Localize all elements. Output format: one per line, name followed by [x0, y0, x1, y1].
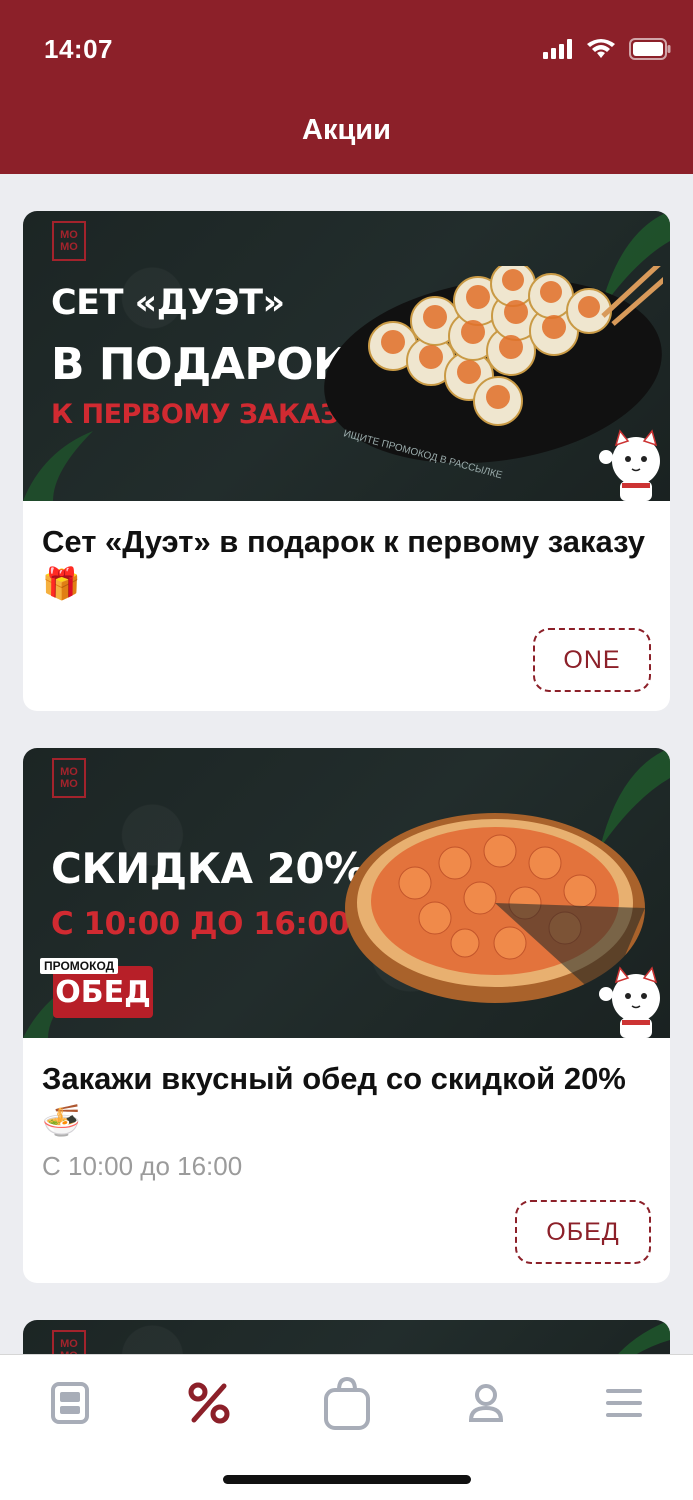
home-indicator [223, 1475, 471, 1484]
banner-line-2: В ПОДАРОК! [51, 339, 369, 390]
banner-line-1: СКИДКА 20% [51, 844, 366, 893]
signal-icon [543, 39, 572, 59]
status-icons [543, 38, 671, 60]
lucky-cat-icon [599, 966, 660, 1038]
tab-menu[interactable] [40, 1377, 100, 1429]
promo-card[interactable]: МО МО СЕТ «ДУЭТ» В ПОДАРОК! К ПЕРВОМУ ЗА… [23, 211, 670, 711]
promo-subtitle: С 10:00 до 16:00 [42, 1151, 243, 1181]
promo-code-button[interactable]: ОБЕД [515, 1200, 651, 1264]
page-title: Акции [302, 114, 391, 146]
tab-cart[interactable] [317, 1376, 377, 1430]
banner-line-2: С 10:00 ДО 16:00 [51, 906, 350, 942]
profile-icon [468, 1384, 504, 1422]
brand-logo: МО МО [52, 221, 86, 261]
percent-icon [188, 1382, 230, 1424]
promo-title: Закажи вкусный обед со скидкой 20%🍜 [42, 1061, 626, 1138]
promo-banner: МО МО СЕТ «ДУЭТ» В ПОДАРОК! К ПЕРВОМУ ЗА… [23, 211, 670, 501]
tab-promotions[interactable] [179, 1377, 239, 1429]
promo-card[interactable]: МО МО СКИДКА 20% С 10:00 ДО 16:00 ОБЕД П… [23, 748, 670, 1283]
banner-line-1: СЕТ «ДУЭТ» [51, 283, 285, 323]
wifi-icon [587, 39, 615, 58]
status-time: 14:07 [44, 34, 113, 64]
battery-icon [629, 38, 671, 60]
banner-promo-tag: ПРОМОКОД [40, 958, 119, 974]
promo-banner: МО МО СКИДКА 20% С 10:00 ДО 16:00 ОБЕД П… [23, 748, 670, 1038]
promo-title: Сет «Дуэт» в подарок к первому заказу🎁 [42, 524, 645, 601]
promo-code-button[interactable]: ONE [533, 628, 651, 692]
tab-more[interactable] [594, 1377, 654, 1429]
hamburger-icon [606, 1389, 642, 1417]
lucky-cat-icon [599, 429, 660, 501]
menu-book-icon [51, 1382, 89, 1424]
header: 14:07 Акции [0, 0, 693, 174]
tab-profile[interactable] [456, 1377, 516, 1429]
banner-line-3: К ПЕРВОМУ ЗАКАЗУ [51, 399, 359, 430]
brand-logo: МО МО [52, 758, 86, 798]
bag-icon [324, 1376, 370, 1430]
